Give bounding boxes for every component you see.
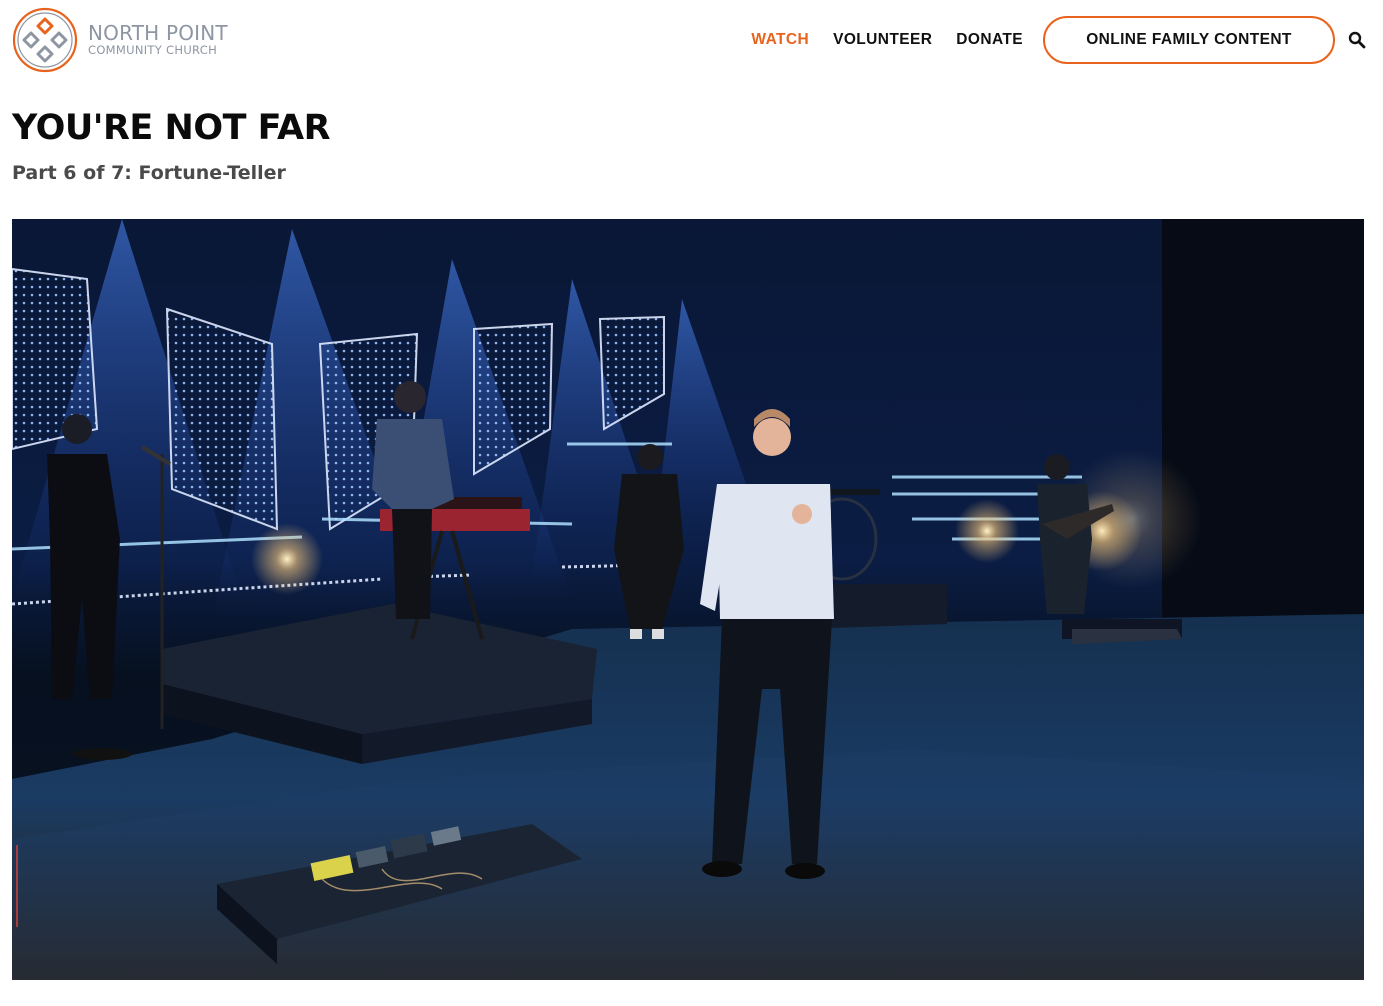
logo-name: NORTH POINT	[88, 21, 228, 46]
page-title: YOU'RE NOT FAR	[12, 108, 331, 148]
logo-text: NORTH POINT COMMUNITY CHURCH	[88, 23, 228, 57]
search-icon	[1348, 31, 1366, 49]
video-frame	[12, 219, 1364, 980]
logo-link[interactable]: NORTH POINT COMMUNITY CHURCH	[12, 7, 228, 73]
site-header: NORTH POINT COMMUNITY CHURCH WATCH VOLUN…	[0, 0, 1383, 80]
nav-watch[interactable]: WATCH	[751, 31, 809, 49]
online-family-content-button[interactable]: ONLINE FAMILY CONTENT	[1043, 16, 1335, 64]
page-subtitle: Part 6 of 7: Fortune-Teller	[12, 162, 286, 184]
nav-volunteer[interactable]: VOLUNTEER	[833, 31, 932, 49]
video-progress-indicator	[16, 845, 18, 927]
video-player[interactable]	[12, 219, 1364, 980]
search-button[interactable]	[1347, 30, 1367, 50]
main-nav: WATCH VOLUNTEER DONATE ONLINE FAMILY CON…	[751, 16, 1383, 64]
north-point-logo-icon	[12, 7, 78, 73]
nav-donate[interactable]: DONATE	[956, 31, 1023, 49]
logo-sub: COMMUNITY CHURCH	[88, 43, 218, 58]
